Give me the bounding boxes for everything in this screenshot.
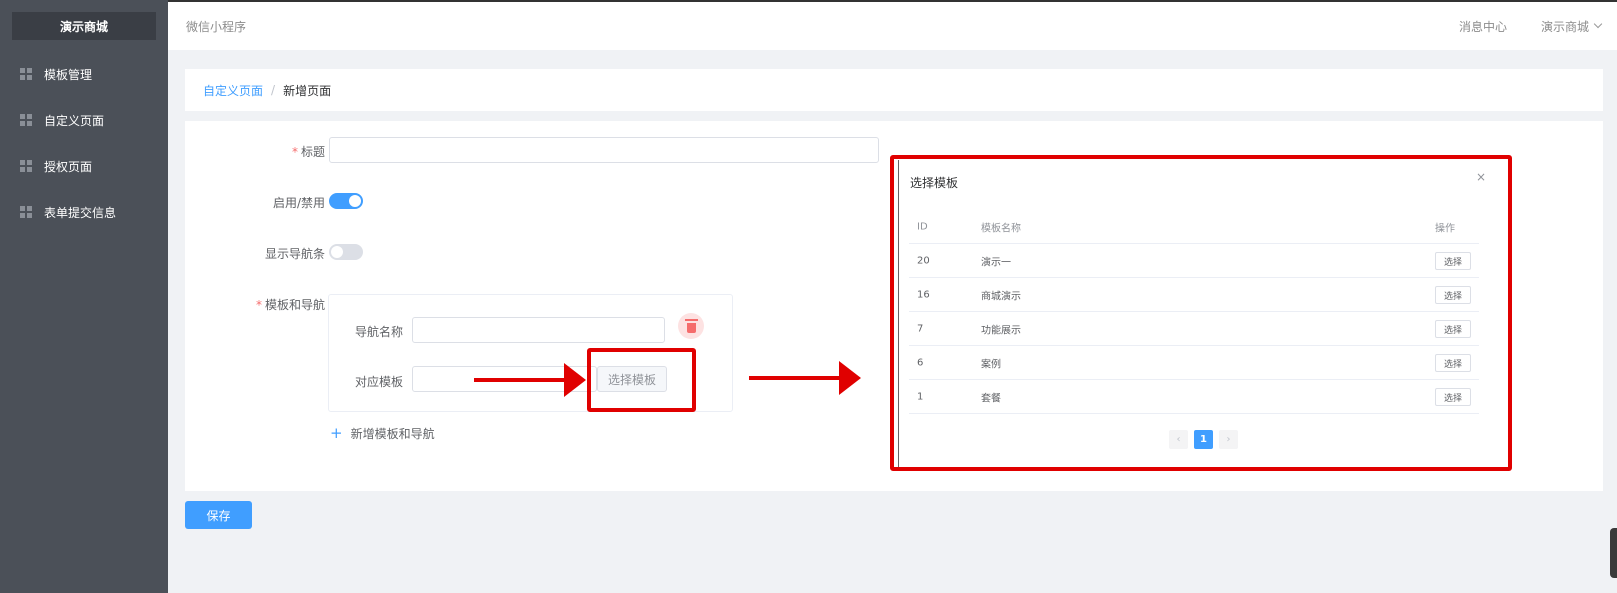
- grid-icon: [20, 160, 32, 172]
- title-input[interactable]: [329, 137, 879, 163]
- template-label: 对应模板: [355, 375, 404, 389]
- app-name: 微信小程序: [186, 19, 247, 34]
- sidebar-item-template-management[interactable]: 模板管理: [0, 54, 168, 94]
- breadcrumb: 自定义页面 / 新增页面: [185, 69, 1603, 111]
- enable-toggle[interactable]: [329, 193, 363, 209]
- sidebar-item-label: 授权页面: [44, 159, 93, 174]
- nav-name-input[interactable]: [412, 317, 665, 343]
- enable-label: 启用/禁用: [272, 196, 325, 210]
- title-label: * 标题: [185, 143, 325, 160]
- required-mark: *: [255, 298, 262, 312]
- highlight-box-pick-button: [587, 348, 696, 412]
- header-right: 消息中心 演示商城: [1459, 18, 1603, 35]
- sidebar-item-form-submissions[interactable]: 表单提交信息: [0, 192, 168, 232]
- annotation-arrow: [749, 361, 861, 395]
- save-button[interactable]: 保存: [185, 501, 252, 529]
- message-center-link[interactable]: 消息中心: [1459, 18, 1507, 35]
- grid-icon: [20, 114, 32, 126]
- add-link-label: 新增模板和导航: [350, 426, 435, 441]
- toggle-knob: [349, 195, 361, 207]
- sidebar-item-label: 自定义页面: [44, 113, 105, 128]
- nav-name-label: 导航名称: [355, 325, 404, 339]
- annotation-arrow: [474, 363, 586, 397]
- required-mark: *: [291, 145, 298, 159]
- sidebar-item-custom-page[interactable]: 自定义页面: [0, 100, 168, 140]
- trash-icon: [684, 318, 698, 333]
- toggle-knob: [331, 246, 343, 258]
- user-menu[interactable]: 演示商城: [1540, 18, 1603, 35]
- plus-icon: +: [330, 424, 343, 442]
- sidebar-item-label: 模板管理: [44, 67, 93, 82]
- top-header: 微信小程序 消息中心 演示商城: [168, 0, 1617, 50]
- title-label-text: 标题: [300, 145, 325, 159]
- user-menu-label: 演示商城: [1540, 19, 1589, 34]
- chevron-down-icon: [1593, 19, 1603, 29]
- navbar-toggle[interactable]: [329, 244, 363, 260]
- navbar-label: 显示导航条: [264, 247, 325, 261]
- sidebar: 演示商城 模板管理 自定义页面 授权页面 表单提交信息: [0, 0, 168, 593]
- template-nav-label-text: 模板和导航: [264, 298, 325, 312]
- template-nav-label: * 模板和导航: [185, 296, 325, 313]
- grid-icon: [20, 68, 32, 80]
- breadcrumb-current: 新增页面: [283, 83, 332, 98]
- sidebar-item-auth-page[interactable]: 授权页面: [0, 146, 168, 186]
- breadcrumb-separator: /: [271, 83, 276, 97]
- add-template-nav-link[interactable]: + 新增模板和导航: [330, 424, 435, 442]
- highlight-box-dialog: [890, 155, 1512, 471]
- brand-logo[interactable]: 演示商城: [12, 12, 156, 40]
- delete-button[interactable]: [678, 313, 704, 339]
- breadcrumb-parent-link[interactable]: 自定义页面: [203, 82, 263, 99]
- sidebar-item-label: 表单提交信息: [44, 205, 117, 220]
- floating-side-widget[interactable]: [1610, 528, 1617, 578]
- grid-icon: [20, 206, 32, 218]
